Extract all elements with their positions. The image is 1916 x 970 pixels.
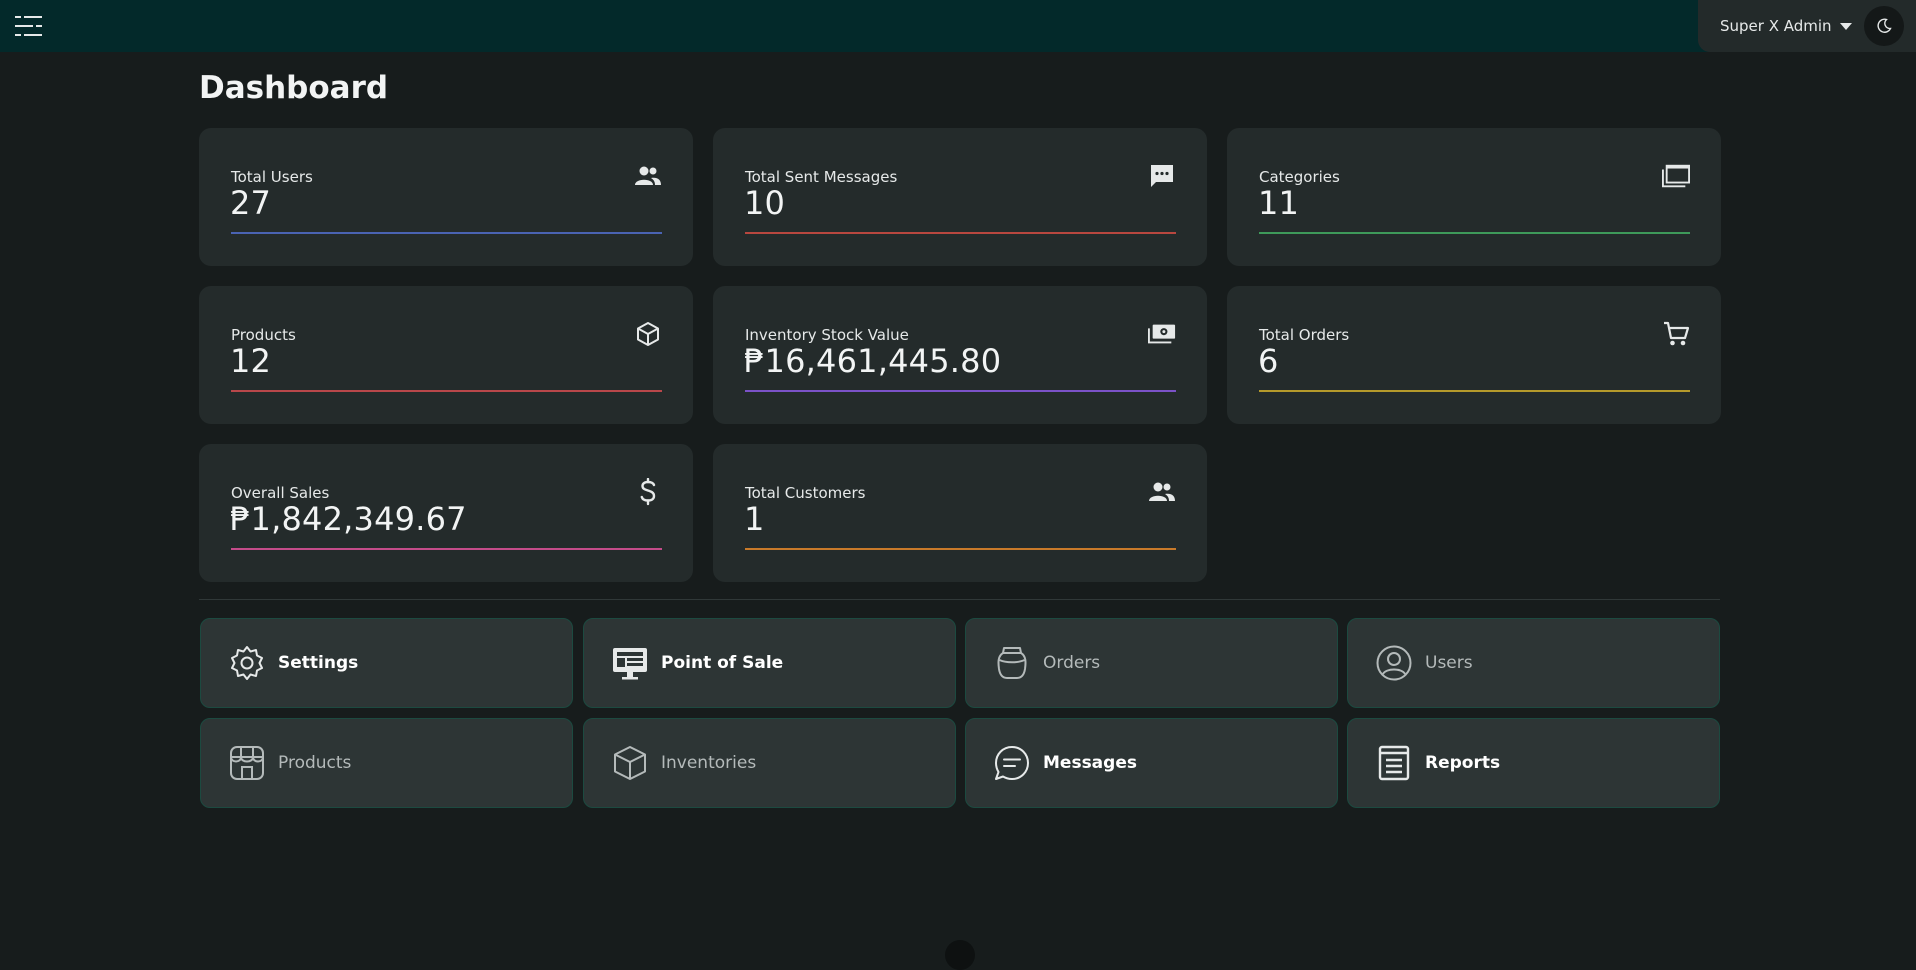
cart-icon — [1662, 320, 1690, 348]
stat-card-total-users: Total Users 27 — [199, 128, 693, 266]
menu-icon[interactable] — [12, 12, 46, 40]
app-logo — [945, 940, 975, 970]
nav-tile-label: Products — [278, 753, 352, 773]
stat-value: 6 — [1258, 342, 1279, 380]
box-icon — [611, 744, 649, 782]
stat-card-inventory-stock-value: Inventory Stock Value ₱16,461,445.80 — [713, 286, 1207, 424]
stat-accent-line — [1259, 390, 1690, 392]
dollar-icon — [634, 478, 662, 506]
message-bubble-icon — [993, 744, 1031, 782]
nav-tile-label: Users — [1425, 653, 1473, 673]
storefront-icon — [228, 744, 266, 782]
jar-icon — [993, 644, 1031, 682]
page-title: Dashboard — [199, 70, 389, 106]
nav-tile-label: Orders — [1043, 653, 1101, 673]
stat-accent-line — [745, 548, 1176, 550]
stat-card-categories: Categories 11 — [1227, 128, 1721, 266]
stat-value: 10 — [744, 184, 786, 222]
nav-tile-settings[interactable]: Settings — [200, 618, 573, 708]
stat-accent-line — [745, 390, 1176, 392]
top-bar: Super X Admin — [0, 0, 1916, 52]
user-name: Super X Admin — [1720, 17, 1832, 35]
stat-card-overall-sales: Overall Sales ₱1,842,349.67 — [199, 444, 693, 582]
stat-accent-line — [231, 390, 662, 392]
moon-icon — [1877, 18, 1892, 33]
users-icon — [634, 162, 662, 190]
nav-tile-label: Reports — [1425, 753, 1501, 773]
stat-card-products: Products 12 — [199, 286, 693, 424]
nav-tile-users[interactable]: Users — [1347, 618, 1720, 708]
nav-tile-point-of-sale[interactable]: Point of Sale — [583, 618, 956, 708]
nav-tile-label: Settings — [278, 653, 359, 673]
gear-icon — [228, 644, 266, 682]
nav-tile-reports[interactable]: Reports — [1347, 718, 1720, 808]
money-icon — [1148, 320, 1176, 348]
stat-value: ₱16,461,445.80 — [744, 342, 1002, 380]
cube-icon — [634, 320, 662, 348]
report-icon — [1375, 744, 1413, 782]
nav-tile-inventories[interactable]: Inventories — [583, 718, 956, 808]
stat-value: 11 — [1258, 184, 1300, 222]
users-icon — [1148, 478, 1176, 506]
user-area: Super X Admin — [1698, 0, 1916, 52]
stat-value: 1 — [744, 500, 765, 538]
stat-accent-line — [231, 548, 662, 550]
folders-icon — [1662, 162, 1690, 190]
theme-toggle-button[interactable] — [1864, 6, 1904, 46]
stat-card-total-orders: Total Orders 6 — [1227, 286, 1721, 424]
stat-card-total-sent-messages: Total Sent Messages 10 — [713, 128, 1207, 266]
nav-tile-products[interactable]: Products — [200, 718, 573, 808]
nav-tile-label: Inventories — [661, 753, 757, 773]
stat-card-total-customers: Total Customers 1 — [713, 444, 1207, 582]
stat-accent-line — [745, 232, 1176, 234]
user-circle-icon — [1375, 644, 1413, 682]
stat-value: 27 — [230, 184, 272, 222]
nav-tile-orders[interactable]: Orders — [965, 618, 1338, 708]
nav-tile-label: Point of Sale — [661, 653, 784, 673]
pos-terminal-icon — [611, 644, 649, 682]
user-menu-button[interactable]: Super X Admin — [1720, 14, 1852, 38]
stat-accent-line — [1259, 232, 1690, 234]
stat-accent-line — [231, 232, 662, 234]
stat-value: ₱1,842,349.67 — [230, 500, 467, 538]
chat-icon — [1148, 162, 1176, 190]
caret-down-icon — [1839, 22, 1852, 30]
nav-tile-label: Messages — [1043, 753, 1137, 773]
section-divider — [199, 599, 1720, 600]
stat-value: 12 — [230, 342, 272, 380]
nav-tile-messages[interactable]: Messages — [965, 718, 1338, 808]
